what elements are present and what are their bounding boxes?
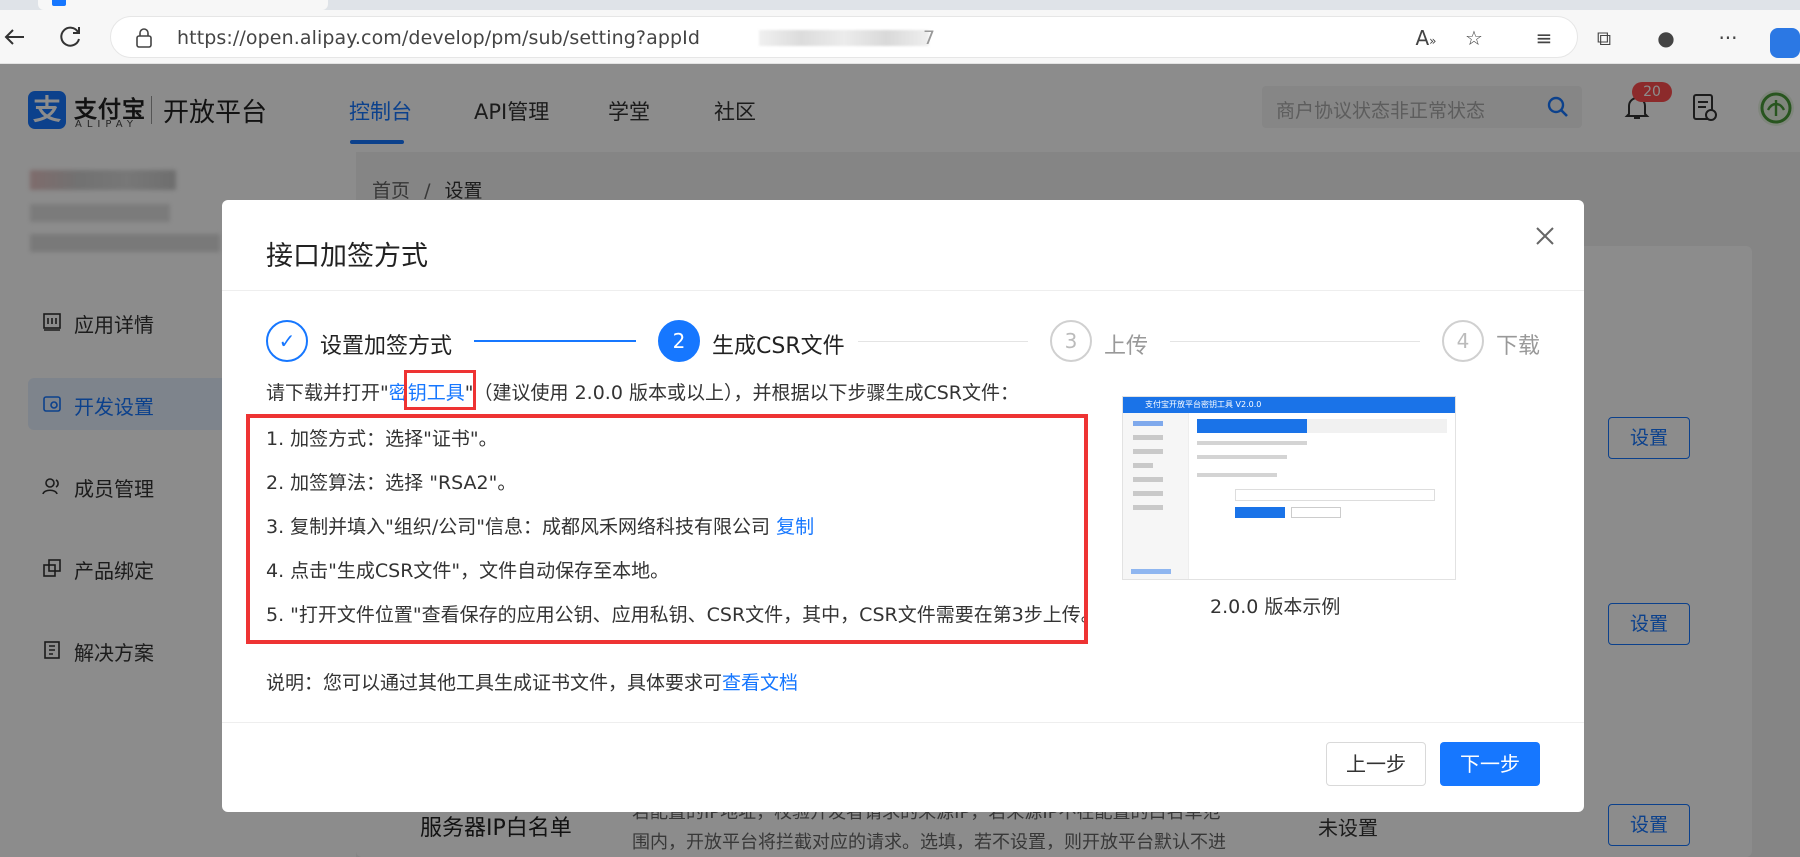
browser-active-tab[interactable] (38, 0, 328, 10)
step-1-label: 设置加签方式 (320, 334, 453, 359)
refresh-icon[interactable] (58, 24, 84, 50)
preview-side-line (1133, 491, 1163, 496)
preview-side-line (1133, 505, 1163, 510)
close-icon[interactable] (1533, 224, 1557, 248)
preview-side-line (1133, 449, 1163, 454)
step-4-indicator: 4 (1442, 320, 1484, 362)
preview-text-line (1197, 441, 1307, 445)
modal-footer-divider (222, 722, 1584, 723)
intro-prefix: 请下载并打开 (266, 382, 381, 404)
previous-step-button[interactable]: 上一步 (1326, 742, 1426, 786)
add-favorite-icon[interactable]: ☆ (1460, 24, 1488, 52)
tab-favicon-icon (52, 0, 66, 6)
intro-text: 请下载并打开"密钥工具"（建议使用 2.0.0 版本或以上），并根据以下步骤生成… (266, 378, 1019, 405)
preview-input (1235, 489, 1435, 501)
next-step-button[interactable]: 下一步 (1440, 742, 1540, 786)
lock-icon[interactable] (135, 28, 153, 48)
step-1-check-icon: ✓ (266, 320, 308, 362)
bing-chat-icon[interactable] (1770, 28, 1800, 58)
step-connector-1 (474, 340, 636, 342)
url-redacted (759, 30, 929, 46)
modal-title: 接口加签方式 (266, 241, 428, 272)
address-bar[interactable]: https://open.alipay.com/develop/pm/sub/s… (110, 16, 1578, 58)
collections-icon[interactable]: ⧉ (1590, 24, 1618, 52)
step-connector-2 (858, 341, 1028, 342)
preview-generate-button (1235, 507, 1285, 518)
note-prefix: 说明：您可以通过其他工具生成证书文件，具体要求可 (266, 672, 723, 694)
instructions-highlight (246, 414, 1088, 644)
key-tool-preview-image: 支付宝开放平台密钥工具 V2.0.0 (1122, 396, 1456, 580)
back-icon[interactable] (2, 24, 28, 50)
view-docs-link[interactable]: 查看文档 (722, 672, 798, 694)
preview-caption: 2.0.0 版本示例 (1210, 596, 1341, 618)
intro-suffix: （建议使用 2.0.0 版本或以上），并根据以下步骤生成CSR文件： (473, 382, 1019, 404)
browser-tab-strip (0, 0, 1800, 10)
preview-side-line (1133, 421, 1163, 426)
profile-icon[interactable]: ● (1652, 24, 1680, 52)
preview-active-tab (1197, 419, 1307, 433)
preview-side-line (1133, 435, 1163, 440)
more-menu-icon[interactable]: ··· (1714, 24, 1742, 52)
preview-text-line (1197, 473, 1277, 477)
preview-text-line (1197, 455, 1287, 459)
url-text[interactable]: https://open.alipay.com/develop/pm/sub/s… (177, 27, 700, 49)
preview-side-line (1133, 477, 1163, 482)
note-text: 说明：您可以通过其他工具生成证书文件，具体要求可查看文档 (266, 668, 798, 695)
step-2-indicator: 2 (658, 320, 700, 362)
step-3-indicator: 3 (1050, 320, 1092, 362)
step-4-label: 下载 (1496, 334, 1541, 359)
browser-toolbar: https://open.alipay.com/develop/pm/sub/s… (0, 10, 1800, 64)
read-aloud-icon[interactable]: A» (1412, 24, 1440, 52)
url-tail: 7 (923, 27, 936, 49)
intro-quote-open: " (380, 382, 389, 404)
preview-window-title: 支付宝开放平台密钥工具 V2.0.0 (1123, 397, 1455, 413)
modal-header-divider (222, 290, 1584, 291)
preview-sidebar (1123, 413, 1189, 579)
key-tool-highlight (404, 370, 476, 410)
preview-open-button (1291, 507, 1341, 518)
step-2-label: 生成CSR文件 (712, 334, 845, 359)
step-connector-3 (1170, 341, 1420, 342)
preview-side-line (1133, 463, 1153, 468)
preview-footer-link (1131, 569, 1171, 574)
step-3-label: 上传 (1104, 334, 1149, 359)
favorites-icon[interactable]: ≡ (1530, 24, 1558, 52)
